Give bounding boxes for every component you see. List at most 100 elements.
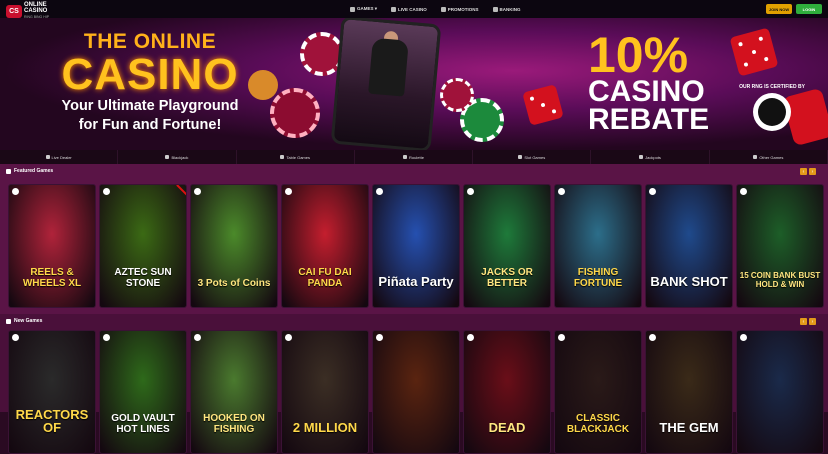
game-tile[interactable]: 2 MILLION (281, 330, 369, 454)
game-title: 3 Pots of Coins (197, 277, 271, 289)
category-slot-games[interactable]: Slot Games (473, 150, 592, 164)
provider-icon (376, 188, 383, 195)
game-title: BANK SHOT (650, 274, 728, 290)
banner-title-line2: CASINO (61, 50, 239, 99)
provider-icon (740, 188, 747, 195)
dice-icon (729, 27, 779, 77)
game-tile[interactable]: HOOKED ON FISHING (190, 330, 278, 454)
category-table-games[interactable]: Table Games (237, 150, 355, 164)
game-title: GOLD VAULT HOT LINES (111, 413, 175, 435)
category-bar: Live Dealer Blackjack Table Games Roulet… (0, 150, 828, 164)
game-tile[interactable]: Piñata Party (372, 184, 460, 308)
banner-tagline-1: Your Ultimate Playground (61, 98, 239, 114)
provider-icon (12, 188, 19, 195)
featured-games-grid: REELS & WHEELS XL AZTEC SUN STONE 3 Pots o… (8, 184, 824, 308)
prev-arrow-icon[interactable]: ‹ (800, 168, 807, 175)
next-arrow-icon[interactable]: › (809, 168, 816, 175)
game-tile[interactable]: AZTEC SUN STONE (99, 184, 187, 308)
prev-arrow-icon[interactable]: ‹ (800, 318, 807, 325)
nav-promotions[interactable]: PROMOTIONS (440, 6, 479, 12)
game-title: THE GEM (659, 420, 719, 436)
game-tile[interactable]: THE GEM (645, 330, 733, 454)
rng-certification: OUR RNG IS CERTIFIED BY (722, 84, 822, 131)
category-blackjack[interactable]: Blackjack (118, 150, 237, 164)
game-title: 15 COIN BANK BUST HOLD & WIN (739, 271, 821, 289)
provider-icon (12, 334, 19, 341)
coin-icon (248, 70, 278, 100)
chip-stack-icon (270, 88, 320, 138)
category-jackpots[interactable]: Jackpots (591, 150, 710, 164)
new-games-grid: REACTORS OF GOLD VAULT HOT LINES HOOKED ON… (8, 330, 824, 454)
login-button[interactable]: LOGIN (796, 4, 822, 14)
certification-seal-icon (753, 93, 791, 131)
game-tile[interactable] (372, 330, 460, 454)
provider-icon (740, 334, 747, 341)
game-tile[interactable]: 15 COIN BANK BUST HOLD & WIN (736, 184, 824, 308)
game-title: REELS & WHEELS XL (22, 267, 82, 289)
hot-ribbon (176, 185, 186, 200)
join-now-button[interactable]: JOIN NOW (766, 4, 792, 14)
game-tile[interactable]: FISHING FORTUNE (554, 184, 642, 308)
game-tile[interactable]: 3 Pots of Coins (190, 184, 278, 308)
dice-icon (350, 6, 355, 12)
jackpot-icon (639, 155, 644, 159)
game-title: DEAD (488, 420, 526, 436)
provider-icon (467, 188, 474, 195)
dealer-icon (45, 155, 50, 159)
nav-banking[interactable]: BANKING (492, 6, 521, 12)
game-title: JACKS OR BETTER (481, 267, 533, 289)
game-tile[interactable]: DEAD (463, 330, 551, 454)
provider-icon (103, 188, 110, 195)
featured-games-section: Featured Games ‹ › REELS & WHEELS XL AZTE… (0, 164, 828, 314)
game-tile[interactable] (736, 330, 824, 454)
provider-icon (103, 334, 110, 341)
game-tile[interactable]: GOLD VAULT HOT LINES (99, 330, 187, 454)
hero-banner[interactable]: THE ONLINE CASINO Your Ultimate Playgrou… (0, 18, 828, 150)
game-tile[interactable]: REACTORS OF (8, 330, 96, 454)
category-live-dealer[interactable]: Live Dealer (0, 150, 119, 164)
section-title: Featured Games (14, 168, 54, 174)
rebate-percent: 10% (588, 27, 689, 83)
provider-icon (194, 334, 201, 341)
nav-games[interactable]: GAMES ▾ (350, 6, 377, 12)
provider-icon (285, 188, 292, 195)
next-arrow-icon[interactable]: › (809, 318, 816, 325)
cards-icon (165, 155, 170, 159)
game-tile[interactable]: BANK SHOT (645, 184, 733, 308)
live-icon (391, 6, 397, 12)
star-icon (6, 168, 11, 174)
game-title: FISHING FORTUNE (573, 267, 623, 289)
logo-badge: CS (6, 4, 22, 18)
chip-icon (440, 78, 474, 112)
dice-icon (522, 84, 564, 126)
game-title: CAI FU DAI PANDA (298, 267, 352, 289)
game-title: AZTEC SUN STONE (114, 267, 172, 289)
provider-icon (649, 334, 656, 341)
nav-live-casino[interactable]: LIVE CASINO (391, 6, 427, 12)
game-title: Piñata Party (378, 274, 454, 290)
roulette-icon (403, 155, 408, 159)
main-nav: GAMES ▾ LIVE CASINO PROMOTIONS BANKING (350, 0, 521, 18)
banner-tagline-2: for Fun and Fortune! (78, 117, 222, 133)
game-tile[interactable]: REELS & WHEELS XL (8, 184, 96, 308)
rebate-line2: REBATE (588, 103, 710, 136)
bank-icon (492, 6, 498, 12)
phone-graphic (330, 18, 442, 150)
provider-icon (285, 334, 292, 341)
game-tile[interactable]: JACKS OR BETTER (463, 184, 551, 308)
game-tile[interactable]: CAI FU DAI PANDA (281, 184, 369, 308)
game-tile[interactable]: CLASSIC BLACKJACK (554, 330, 642, 454)
rebate-line1: CASINO (588, 75, 705, 108)
slot-icon (518, 155, 523, 159)
game-title: CLASSIC BLACKJACK (566, 413, 630, 435)
certification-text: OUR RNG IS CERTIFIED BY (739, 84, 805, 90)
provider-icon (194, 188, 201, 195)
gift-icon (440, 6, 446, 12)
new-icon (6, 318, 11, 324)
category-other-games[interactable]: Other Games (710, 150, 828, 164)
category-roulette[interactable]: Roulette (355, 150, 474, 164)
provider-icon (558, 334, 565, 341)
provider-icon (558, 188, 565, 195)
provider-icon (376, 334, 383, 341)
game-title: HOOKED ON FISHING (203, 413, 265, 435)
